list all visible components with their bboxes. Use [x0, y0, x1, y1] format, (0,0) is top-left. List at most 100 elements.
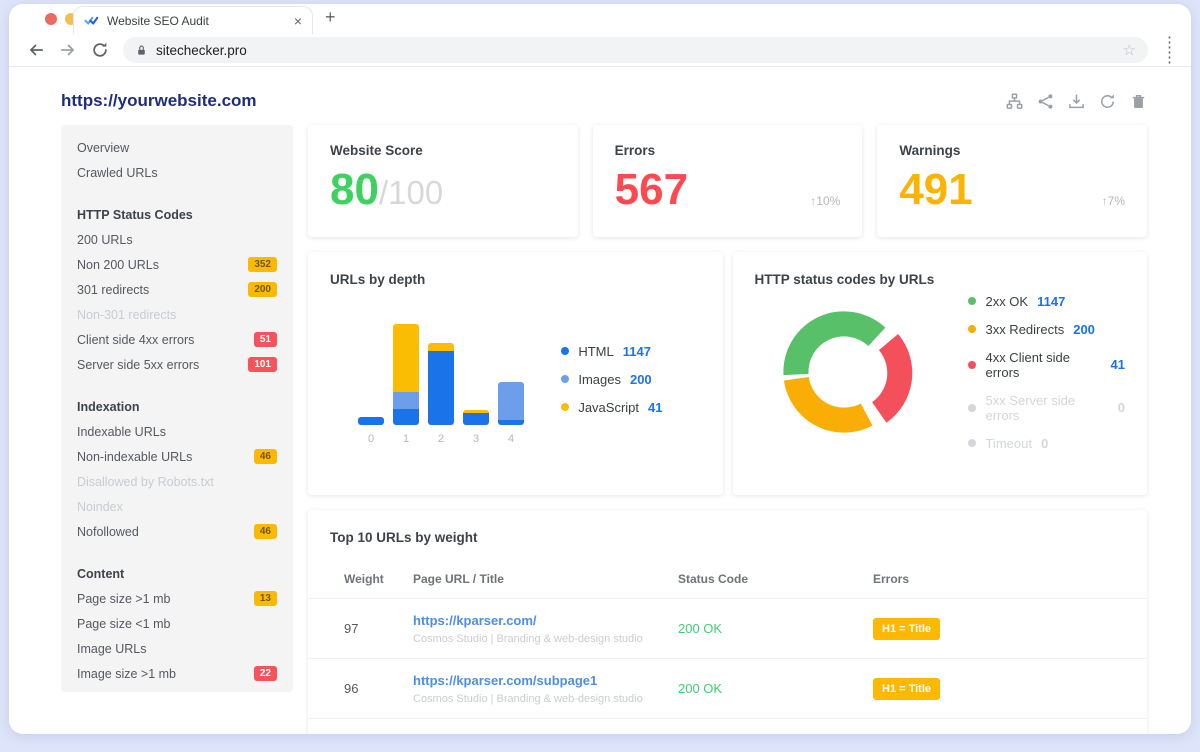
url-bar[interactable]: sitechecker.pro ☆: [123, 37, 1148, 63]
sidebar-item-label: Content: [77, 567, 124, 581]
bar-segment-javascript: [428, 343, 454, 351]
bar-x-label: 0: [358, 433, 384, 445]
sidebar-item-overview[interactable]: Overview: [77, 135, 277, 160]
favicon-double-check: [84, 13, 99, 28]
legend-item-2xx-ok: 2xx OK 1147: [968, 294, 1125, 309]
sidebar-item-label: Crawled URLs: [77, 166, 158, 180]
sidebar-item-301-redirects[interactable]: 301 redirects 200: [77, 277, 277, 302]
sidebar-item-indexable-urls[interactable]: Indexable URLs: [77, 419, 277, 444]
sidebar-item-nofollowed[interactable]: Nofollowed46: [77, 519, 277, 544]
new-tab-icon[interactable]: +: [325, 7, 336, 28]
legend-value: 200: [630, 372, 652, 387]
bar-segment-javascript: [393, 324, 419, 392]
sidebar-item-server-side-5xx-errors[interactable]: Server side 5xx errors101: [77, 352, 277, 377]
top-urls-table-title: Top 10 URLs by weight: [308, 530, 1147, 545]
browser-toolbar: sitechecker.pro ☆ ⋮⋮: [9, 34, 1191, 67]
legend-item-3xx-redirects: 3xx Redirects 200: [968, 322, 1125, 337]
errors-value: 567: [615, 168, 688, 212]
legend-value: 1147: [1037, 294, 1065, 309]
sidebar-item-client-side-4xx-errors[interactable]: Client side 4xx errors 51: [77, 327, 277, 352]
count-badge: 200: [248, 282, 277, 297]
bar-depth-0: [358, 417, 384, 425]
bar-x-label: 1: [393, 433, 419, 445]
warnings-card: Warnings 491 ↑7%: [877, 125, 1147, 237]
sidebar-item-label: 301 redirects: [77, 283, 149, 297]
errors-delta: ↑10%: [810, 194, 840, 212]
sidebar-item-label: Image URLs: [77, 642, 146, 656]
back-arrow-icon[interactable]: [27, 41, 45, 59]
donut-slice-4xx-client-side-errors[interactable]: [872, 334, 912, 423]
sidebar-item-noindex[interactable]: Noindex: [77, 494, 277, 519]
download-icon[interactable]: [1068, 93, 1085, 110]
cell-errors: H1 = Title: [873, 678, 1125, 700]
column-header-status-code: Status Code: [678, 572, 873, 586]
sidebar-item-label: Indexation: [77, 400, 140, 414]
bar-depth-3: [463, 410, 489, 425]
sidebar-item-label: Non-301 redirects: [77, 308, 176, 322]
count-badge: 101: [248, 357, 277, 372]
reload-icon[interactable]: [91, 41, 109, 59]
sidebar-item-page-size-1-mb[interactable]: Page size <1 mb: [77, 611, 277, 636]
legend-dot: [561, 375, 569, 383]
warnings-delta: ↑7%: [1102, 194, 1125, 212]
sidebar-item-image-size-1-mb[interactable]: Image size >1 mb22: [77, 661, 277, 686]
bar-depth-2: [428, 343, 454, 425]
count-badge: 51: [254, 332, 277, 347]
bar-segment-html: [463, 413, 489, 425]
sidebar-item-label: HTTP Status Codes: [77, 208, 193, 222]
table-row: 96https://kparser.com/subpage1Cosmos Stu…: [308, 659, 1147, 719]
sidebar-item-content: Content: [77, 561, 277, 586]
donut-slice-2xx-ok[interactable]: [783, 311, 885, 375]
sidebar-item-label: Client side 4xx errors: [77, 333, 194, 347]
close-window-icon[interactable]: [45, 13, 57, 25]
sidebar-item-200-urls[interactable]: 200 URLs: [77, 227, 277, 252]
sidebar-item-non-200-urls[interactable]: Non 200 URLs352: [77, 252, 277, 277]
sitemap-icon[interactable]: [1006, 93, 1023, 110]
column-header-page-url: Page URL / Title: [413, 572, 678, 586]
legend-dot: [968, 361, 976, 369]
http-status-codes-title: HTTP status codes by URLs: [755, 272, 1126, 287]
error-badge[interactable]: H1 = Title: [873, 678, 940, 700]
column-header-weight: Weight: [330, 572, 413, 586]
trash-icon[interactable]: [1130, 93, 1147, 110]
sidebar-item-label: Disallowed by Robots.txt: [77, 475, 214, 489]
page-url-link[interactable]: https://kparser.com/subpage1: [413, 673, 678, 688]
cell-weight: 97: [330, 621, 413, 636]
legend-value: 1147: [623, 344, 651, 359]
refresh-icon[interactable]: [1099, 93, 1116, 110]
close-tab-icon[interactable]: ×: [294, 13, 302, 29]
browser-tab[interactable]: Website SEO Audit ×: [73, 6, 313, 34]
http-status-codes-card: HTTP status codes by URLs 2xx OK 1147 3xx…: [733, 252, 1148, 495]
sidebar-item-http-status-codes: HTTP Status Codes: [77, 202, 277, 227]
count-badge: 13: [254, 591, 277, 606]
bar-segment-html: [428, 351, 454, 425]
page-url-link[interactable]: https://kparser.com/: [413, 613, 678, 628]
share-icon[interactable]: [1037, 93, 1054, 110]
bar-segment-html: [393, 409, 419, 425]
table-row: 97https://kparser.com/Cosmos Studio | Br…: [308, 599, 1147, 659]
sidebar-item-non-indexable-urls[interactable]: Non-indexable URLs46: [77, 444, 277, 469]
forward-arrow-icon[interactable]: [59, 41, 77, 59]
warnings-value: 491: [899, 168, 972, 212]
legend-dot: [968, 439, 976, 447]
cell-page-url: https://kparser.com/subpage1Cosmos Studi…: [413, 673, 678, 705]
sidebar-item-disallowed-by-robots-txt[interactable]: Disallowed by Robots.txt: [77, 469, 277, 494]
legend-label: JavaScript: [578, 400, 639, 415]
sidebar-item-label: Image size >1 mb: [77, 667, 176, 681]
error-badge[interactable]: H1 = Title: [873, 618, 940, 640]
donut-slice-3xx-redirects[interactable]: [783, 377, 872, 433]
page-title-subtext: Cosmos Studio | Branding & web-design st…: [413, 633, 678, 645]
url-text[interactable]: sitechecker.pro: [156, 43, 1115, 58]
bar-chart-legend: HTML 1147Images 200JavaScript 41: [561, 344, 662, 415]
kebab-menu-icon[interactable]: ⋮⋮: [1162, 35, 1177, 65]
sidebar-item-image-urls[interactable]: Image URLs: [77, 636, 277, 661]
website-score-total: /100: [379, 174, 443, 211]
legend-label: 2xx OK: [985, 294, 1028, 309]
legend-item-5xx-server-side-errors: 5xx Server side errors 0: [968, 393, 1125, 423]
sidebar-item-page-size-1-mb[interactable]: Page size >1 mb13: [77, 586, 277, 611]
sidebar-item-crawled-urls[interactable]: Crawled URLs: [77, 160, 277, 185]
legend-item-html: HTML 1147: [561, 344, 662, 359]
sidebar-item-non-301-redirects[interactable]: Non-301 redirects: [77, 302, 277, 327]
star-icon[interactable]: ☆: [1123, 41, 1136, 59]
page-title-site-url: https://yourwebsite.com: [61, 91, 257, 111]
